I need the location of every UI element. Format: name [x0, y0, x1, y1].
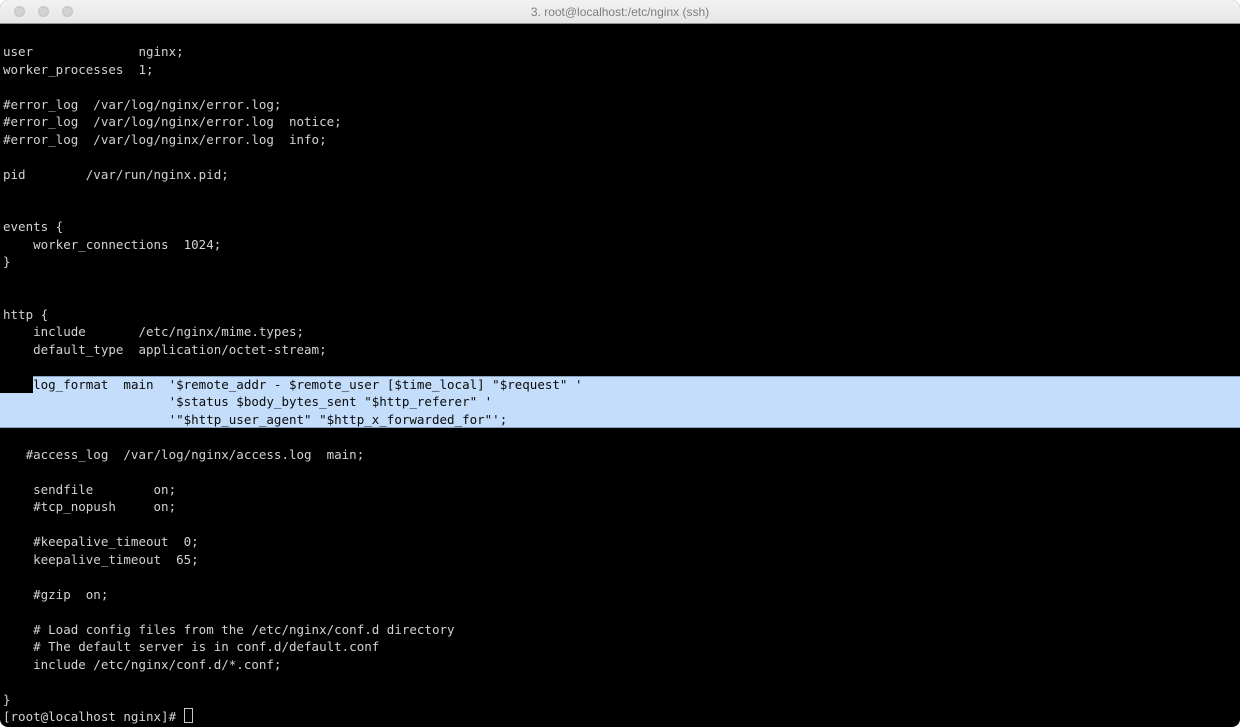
- window-title: 3. root@localhost:/etc/nginx (ssh): [0, 5, 1240, 19]
- terminal-line: [3, 271, 1240, 289]
- terminal-line: #error_log /var/log/nginx/error.log;: [3, 96, 1240, 114]
- terminal-lines: user nginx;worker_processes 1; #error_log…: [3, 43, 1240, 726]
- terminal-line: sendfile on;: [3, 481, 1240, 499]
- terminal-line: #tcp_nopush on;: [3, 498, 1240, 516]
- terminal-line: keepalive_timeout 65;: [3, 551, 1240, 569]
- terminal-line: pid /var/run/nginx.pid;: [3, 166, 1240, 184]
- terminal-line: worker_connections 1024;: [3, 236, 1240, 254]
- terminal-line: }: [3, 253, 1240, 271]
- terminal-line: [3, 603, 1240, 621]
- terminal-line: [3, 428, 1240, 446]
- terminal-line: [3, 463, 1240, 481]
- terminal-line: [3, 148, 1240, 166]
- line-indent: [3, 376, 33, 394]
- titlebar[interactable]: 3. root@localhost:/etc/nginx (ssh): [0, 0, 1240, 24]
- terminal-cursor: [184, 708, 193, 723]
- terminal-line: #error_log /var/log/nginx/error.log noti…: [3, 113, 1240, 131]
- terminal-line: include /etc/nginx/mime.types;: [3, 323, 1240, 341]
- terminal-line: # Load config files from the /etc/nginx/…: [3, 621, 1240, 639]
- selection-highlight: '$status $body_bytes_sent "$http_referer…: [0, 393, 1240, 411]
- terminal-line: [3, 201, 1240, 219]
- terminal-line: events {: [3, 218, 1240, 236]
- terminal-line: [3, 673, 1240, 691]
- terminal-line: }: [3, 691, 1240, 709]
- terminal-line: user nginx;: [3, 43, 1240, 61]
- terminal-line: [3, 568, 1240, 586]
- selection-highlight: '"$http_user_agent" "$http_x_forwarded_f…: [0, 411, 1240, 429]
- terminal-line: [3, 358, 1240, 376]
- selection-highlight: log_format main '$remote_addr - $remote_…: [33, 376, 1240, 394]
- terminal-line: default_type application/octet-stream;: [3, 341, 1240, 359]
- terminal-line: #gzip on;: [3, 586, 1240, 604]
- terminal-line: #access_log /var/log/nginx/access.log ma…: [3, 446, 1240, 464]
- terminal-line: [3, 78, 1240, 96]
- terminal-line: log_format main '$remote_addr - $remote_…: [3, 376, 1240, 394]
- terminal-line: [3, 183, 1240, 201]
- prompt-line: [root@localhost nginx]#: [3, 708, 1240, 726]
- terminal-line: # The default server is in conf.d/defaul…: [3, 638, 1240, 656]
- terminal-window: 3. root@localhost:/etc/nginx (ssh) user …: [0, 0, 1240, 727]
- terminal-screen[interactable]: user nginx;worker_processes 1; #error_log…: [0, 24, 1240, 727]
- terminal-line: #error_log /var/log/nginx/error.log info…: [3, 131, 1240, 149]
- terminal-line: #keepalive_timeout 0;: [3, 533, 1240, 551]
- terminal-line: [3, 288, 1240, 306]
- terminal-line: http {: [3, 306, 1240, 324]
- terminal-line: [3, 516, 1240, 534]
- terminal-line: worker_processes 1;: [3, 61, 1240, 79]
- terminal-line: include /etc/nginx/conf.d/*.conf;: [3, 656, 1240, 674]
